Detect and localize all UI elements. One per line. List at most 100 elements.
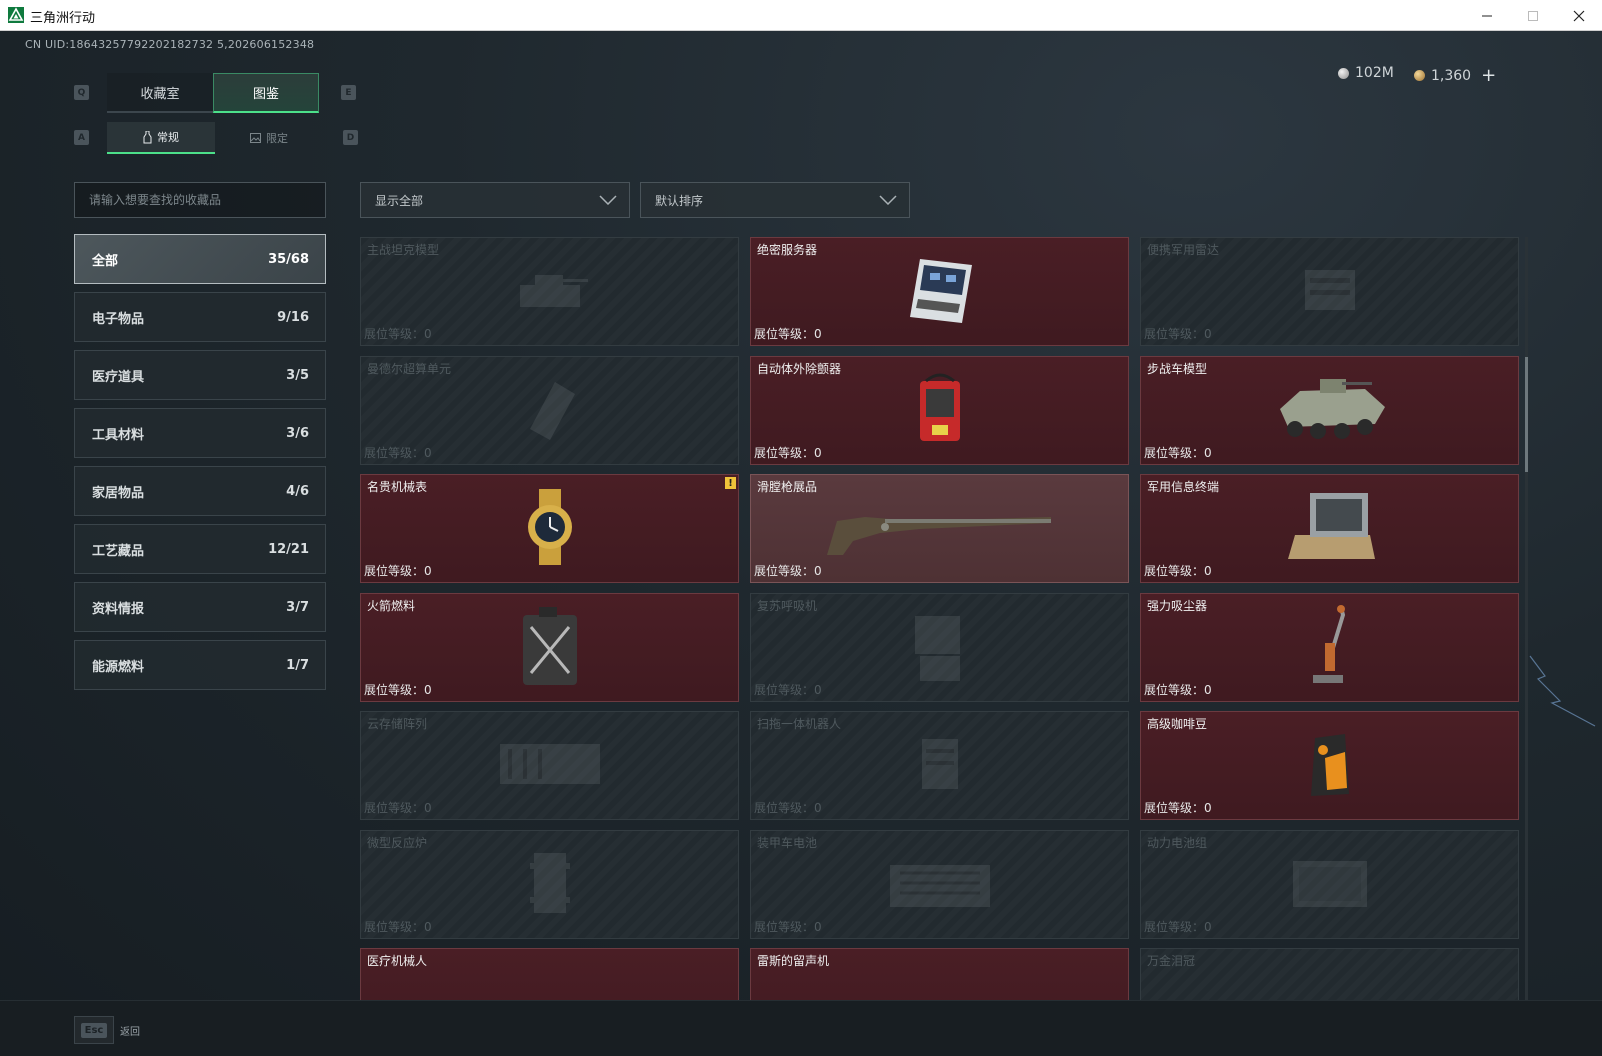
- server-icon: [900, 251, 980, 333]
- tab-catalog[interactable]: 图鉴: [213, 73, 319, 113]
- card-item-name: 绝密服务器: [757, 243, 818, 257]
- category-crafts[interactable]: 工艺藏品 12/21: [74, 524, 326, 574]
- subtab-regular[interactable]: 常规: [107, 122, 215, 154]
- esc-key: Esc: [80, 1022, 108, 1038]
- window-title: 三角洲行动: [30, 11, 96, 26]
- collection-card[interactable]: 绝密服务器展位等级：0: [750, 237, 1129, 346]
- warning-badge-icon: !: [725, 477, 736, 489]
- category-intel[interactable]: 资料情报 3/7: [74, 582, 326, 632]
- grid-scrollbar[interactable]: [1525, 237, 1528, 1005]
- category-count: 3/7: [286, 599, 309, 615]
- collection-card[interactable]: 雷斯的留声机: [750, 948, 1129, 1005]
- category-label: 医疗道具: [92, 369, 145, 385]
- collection-card[interactable]: 火箭燃料 展位等级：0: [360, 593, 739, 702]
- display-level-value: 0: [424, 446, 432, 460]
- subtab-limited-label: 限定: [266, 132, 288, 145]
- collection-card[interactable]: 自动体外除颤器 展位等级：0: [750, 356, 1129, 465]
- collection-card[interactable]: 装甲车电池 展位等级：0: [750, 830, 1129, 939]
- image-icon: [250, 133, 261, 143]
- display-level-value: 0: [1204, 564, 1212, 578]
- card-display-level: 展位等级：0: [1144, 325, 1212, 342]
- collection-card[interactable]: 步战车模型 展位等级：0: [1140, 356, 1519, 465]
- category-list: 全部 35/68 电子物品 9/16 医疗道具 3/5 工具材料 3/6 家居物…: [74, 234, 326, 698]
- key-e-hint: E: [341, 85, 356, 100]
- collection-card[interactable]: 医疗机械人: [360, 948, 739, 1005]
- collection-card[interactable]: 曼德尔超算单元 展位等级：0: [360, 356, 739, 465]
- category-count: 4/6: [286, 483, 309, 499]
- display-level-value: 0: [814, 564, 822, 578]
- card-item-name: 装甲车电池: [757, 836, 818, 850]
- uid-text: CN UID:18643257792202182732 5,2026061523…: [25, 38, 315, 51]
- card-item-name: 军用信息终端: [1147, 480, 1220, 494]
- collection-card[interactable]: 万金泪冠: [1140, 948, 1519, 1005]
- silver-amount: 102M: [1355, 65, 1394, 81]
- collection-card[interactable]: 便携军用雷达 展位等级：0: [1140, 237, 1519, 346]
- collection-card[interactable]: 主战坦克模型 展位等级：0: [360, 237, 739, 346]
- filter-dropdown[interactable]: 显示全部: [360, 182, 630, 218]
- close-button[interactable]: [1556, 0, 1602, 31]
- display-level-value: 0: [424, 801, 432, 815]
- card-item-name: 动力电池组: [1147, 836, 1208, 850]
- display-level-label: 展位等级：: [364, 327, 425, 341]
- collection-card[interactable]: 名贵机械表 展位等级：0!: [360, 474, 739, 583]
- category-label: 电子物品: [92, 311, 145, 327]
- subtab-limited[interactable]: 限定: [215, 122, 323, 154]
- window-titlebar: 三角洲行动: [0, 0, 1602, 31]
- tab-collection-room[interactable]: 收藏室: [107, 73, 213, 113]
- display-level-value: 0: [1204, 801, 1212, 815]
- game-viewport: CN UID:18643257792202182732 5,2026061523…: [0, 31, 1602, 1056]
- display-level-value: 0: [814, 801, 822, 815]
- collection-card[interactable]: 滑膛枪展品 展位等级：0: [750, 474, 1129, 583]
- collection-card[interactable]: 扫拖一体机器人 展位等级：0: [750, 711, 1129, 820]
- maximize-icon: [1528, 10, 1538, 21]
- storage-icon: [490, 734, 610, 798]
- gold-coin-icon: [1414, 70, 1425, 81]
- display-level-value: 0: [814, 920, 822, 934]
- card-display-level: 展位等级：0: [1144, 681, 1212, 698]
- ifv-icon: [1270, 369, 1390, 453]
- collection-card[interactable]: 微型反应炉 展位等级：0: [360, 830, 739, 939]
- back-label: 返回: [120, 1026, 140, 1038]
- card-item-name: 微型反应炉: [367, 836, 428, 850]
- category-household[interactable]: 家居物品 4/6: [74, 466, 326, 516]
- category-label: 工具材料: [92, 427, 145, 443]
- display-level-value: 0: [424, 683, 432, 697]
- card-item-name: 医疗机械人: [367, 954, 428, 968]
- silver-coin-icon: [1338, 67, 1349, 79]
- collection-card[interactable]: 复苏呼吸机 展位等级：0: [750, 593, 1129, 702]
- gold-amount: 1,360: [1431, 67, 1472, 84]
- subtab-regular-label: 常规: [157, 131, 179, 144]
- collection-card[interactable]: 强力吸尘器展位等级：0: [1140, 593, 1519, 702]
- search-box[interactable]: [74, 182, 326, 218]
- sort-dropdown[interactable]: 默认排序: [640, 182, 910, 218]
- reactor-icon: [520, 843, 580, 927]
- display-level-value: 0: [814, 327, 822, 341]
- category-medical[interactable]: 医疗道具 3/5: [74, 350, 326, 400]
- display-level-label: 展位等级：: [1144, 564, 1205, 578]
- display-level-label: 展位等级：: [1144, 801, 1205, 815]
- card-item-name: 万金泪冠: [1147, 954, 1196, 968]
- card-item-name: 曼德尔超算单元: [367, 362, 452, 376]
- card-item-name: 强力吸尘器: [1147, 599, 1208, 613]
- category-all[interactable]: 全部 35/68: [74, 234, 326, 284]
- category-electronics[interactable]: 电子物品 9/16: [74, 292, 326, 342]
- collection-card[interactable]: 云存储阵列 展位等级：0: [360, 711, 739, 820]
- search-input[interactable]: [89, 193, 311, 207]
- scrollbar-thumb[interactable]: [1525, 357, 1528, 472]
- collection-card[interactable]: 军用信息终端 展位等级：0: [1140, 474, 1519, 583]
- display-level-label: 展位等级：: [754, 327, 815, 341]
- fuel-can-icon: [515, 603, 585, 693]
- radar-icon: [1290, 260, 1370, 324]
- card-display-level: 展位等级：0: [754, 325, 822, 342]
- category-tools[interactable]: 工具材料 3/6: [74, 408, 326, 458]
- collection-card[interactable]: 动力电池组 展位等级：0: [1140, 830, 1519, 939]
- collection-card[interactable]: 高级咖啡豆 展位等级：0: [1140, 711, 1519, 820]
- back-button[interactable]: Esc 返回: [74, 1016, 140, 1044]
- close-icon: [1573, 10, 1585, 21]
- maximize-button[interactable]: [1510, 0, 1556, 31]
- add-currency-button[interactable]: +: [1481, 65, 1496, 86]
- category-energy[interactable]: 能源燃料 1/7: [74, 640, 326, 690]
- minimize-button[interactable]: [1464, 0, 1510, 31]
- display-level-label: 展位等级：: [1144, 446, 1205, 460]
- card-display-level: 展位等级：0: [1144, 444, 1212, 461]
